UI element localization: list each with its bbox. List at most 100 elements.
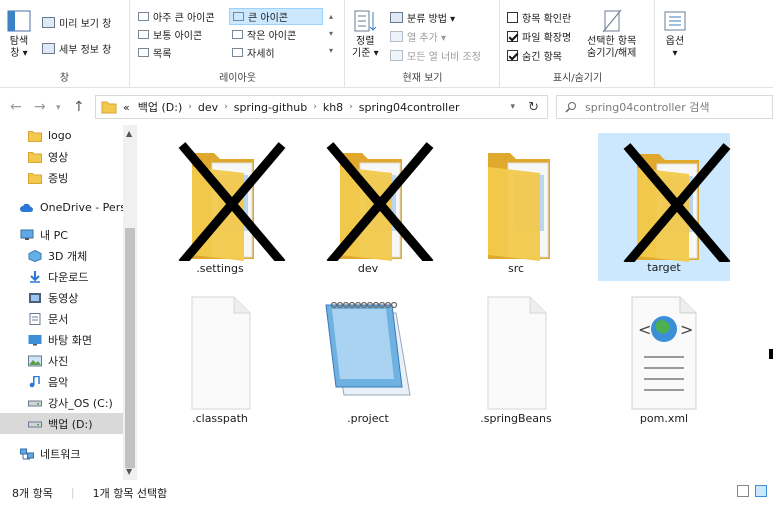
- svg-text:>: >: [680, 320, 693, 339]
- nav-item[interactable]: logo: [0, 125, 124, 146]
- group-by-button[interactable]: 분류 방법 ▾: [390, 9, 455, 25]
- file-item[interactable]: < > pom.xml: [598, 283, 730, 431]
- drive-icon: [28, 418, 48, 430]
- breadcrumb-item[interactable]: spring-github: [234, 101, 308, 114]
- nav-item[interactable]: 증빙: [0, 167, 124, 188]
- breadcrumb-chevron-icon[interactable]: ›: [224, 102, 228, 112]
- hidden-items-toggle[interactable]: 숨긴 항목: [507, 47, 562, 63]
- nav-item[interactable]: 백업 (D:): [0, 413, 124, 434]
- nav-pane-scrollbar[interactable]: ▲ ▼: [123, 125, 137, 480]
- recent-locations-chevron-icon[interactable]: ▾: [56, 103, 61, 113]
- layout-label: 보통 아이콘: [153, 31, 203, 42]
- nav-item[interactable]: 네트워크: [0, 443, 124, 464]
- scroll-up-arrow-icon[interactable]: ▲: [126, 129, 132, 138]
- nav-item[interactable]: 다운로드: [0, 266, 124, 287]
- nav-item[interactable]: 동영상: [0, 287, 124, 308]
- layout-label: 자세히: [247, 49, 275, 60]
- document-icon: [28, 312, 48, 325]
- refresh-icon[interactable]: ↻: [528, 100, 539, 115]
- file-extensions-checkbox[interactable]: [507, 30, 518, 42]
- network-icon: [20, 448, 40, 460]
- layout-details[interactable]: 자세히: [229, 44, 278, 61]
- options-button[interactable]: 옵션 ▾: [662, 8, 688, 60]
- hide-selected-button[interactable]: 선택한 항목 숨기기/해제: [587, 8, 636, 60]
- up-arrow-icon[interactable]: ↑: [73, 99, 85, 115]
- nav-item[interactable]: 사진: [0, 350, 124, 371]
- file-list: .settings dev src target .classpath .project.…: [140, 125, 773, 480]
- hide-selected-label: 선택한 항목 숨기기/해제: [587, 36, 637, 59]
- layout-list[interactable]: 목록: [135, 44, 174, 61]
- nav-item[interactable]: 강사_OS (C:): [0, 392, 124, 413]
- options-label: 옵션 ▾: [665, 36, 685, 59]
- folder-icon: [28, 172, 48, 184]
- file-item[interactable]: .project: [302, 283, 434, 431]
- details-icon: [232, 48, 243, 57]
- breadcrumb-item[interactable]: dev: [198, 101, 218, 114]
- layout-label: 작은 아이콘: [247, 31, 297, 42]
- group-label-show-hide: 표시/숨기기: [552, 73, 603, 84]
- layout-extra-large-icons[interactable]: 아주 큰 아이콘: [135, 8, 218, 25]
- nav-item[interactable]: OneDrive - Person: [0, 197, 124, 218]
- nav-item[interactable]: 음악: [0, 371, 124, 392]
- breadcrumb-item[interactable]: kh8: [323, 101, 343, 114]
- breadcrumb-chevron-icon[interactable]: ›: [188, 102, 192, 112]
- selection-count: 1개 항목 선택함: [92, 486, 168, 500]
- item-checkboxes-toggle[interactable]: 항목 확인란: [507, 9, 571, 25]
- preview-pane-button[interactable]: 미리 보기 창: [42, 14, 111, 30]
- breadcrumb-item[interactable]: spring04controller: [359, 101, 460, 114]
- scroll-down-arrow-icon[interactable]: ▼: [126, 467, 132, 476]
- file-item[interactable]: .classpath: [154, 283, 286, 431]
- file-item[interactable]: .settings: [154, 133, 286, 281]
- large-icons-view-icon[interactable]: [755, 485, 767, 497]
- navigation-pane-button[interactable]: 탐색 창 ▾: [6, 8, 32, 60]
- mouse-cursor: [769, 349, 773, 359]
- details-view-icon[interactable]: [737, 485, 749, 497]
- search-box[interactable]: spring04controller 검색: [556, 95, 773, 119]
- large-icons-icon: [233, 12, 244, 21]
- breadcrumb-chevron-icon[interactable]: ›: [313, 102, 317, 112]
- address-bar[interactable]: « 백업 (D:) › dev › spring-github › kh8 › …: [95, 95, 548, 119]
- nav-item-label: 사진: [48, 354, 69, 368]
- sort-by-button[interactable]: 정렬 기준 ▾: [352, 8, 379, 60]
- back-arrow-icon[interactable]: ←: [10, 99, 22, 115]
- folder-icon: [28, 151, 48, 163]
- file-item[interactable]: target: [598, 133, 731, 281]
- nav-item[interactable]: 3D 개체: [0, 245, 124, 266]
- fit-columns-button[interactable]: 모든 열 너비 조정: [390, 47, 481, 63]
- picture-icon: [28, 355, 48, 367]
- music-icon: [28, 375, 48, 388]
- cube-icon: [28, 249, 48, 262]
- file-extensions-toggle[interactable]: 파일 확장명: [507, 28, 571, 44]
- sort-icon: [354, 10, 377, 32]
- file-item[interactable]: dev: [302, 133, 434, 281]
- group-label-current-view: 현재 보기: [402, 73, 443, 84]
- breadcrumb-chevron-icon[interactable]: ›: [349, 102, 353, 112]
- group-by-label: 분류 방법 ▾: [407, 13, 456, 25]
- ribbon-group-show-hide: 항목 확인란 파일 확장명 숨긴 항목 선택한 항목 숨기기/해제 표시/숨기기: [501, 0, 655, 88]
- layout-medium-icons[interactable]: 보통 아이콘: [135, 26, 205, 43]
- address-dropdown-icon[interactable]: ▾: [510, 102, 515, 112]
- breadcrumb-overflow[interactable]: «: [123, 101, 130, 114]
- layout-scroll-arrows[interactable]: ▴ ▾ ▾: [329, 8, 333, 59]
- breadcrumb-item[interactable]: 백업 (D:): [138, 99, 183, 115]
- file-name: .springBeans: [480, 412, 552, 425]
- file-extensions-label: 파일 확장명: [522, 32, 572, 44]
- preview-pane-icon: [42, 16, 55, 28]
- file-item[interactable]: src: [450, 133, 582, 281]
- details-pane-button[interactable]: 세부 정보 창: [42, 40, 111, 56]
- item-checkboxes-checkbox[interactable]: [507, 11, 518, 23]
- svg-text:<: <: [638, 320, 651, 339]
- nav-item[interactable]: 내 PC: [0, 224, 124, 245]
- layout-small-icons[interactable]: 작은 아이콘: [229, 26, 299, 43]
- layout-label: 큰 아이콘: [248, 13, 288, 24]
- scrollbar-thumb[interactable]: [125, 228, 135, 468]
- nav-item[interactable]: 영상: [0, 146, 124, 167]
- forward-arrow-icon[interactable]: →: [34, 99, 46, 115]
- file-item[interactable]: .springBeans: [450, 283, 582, 431]
- add-column-button[interactable]: 열 추가 ▾: [390, 28, 446, 44]
- nav-item[interactable]: 문서: [0, 308, 124, 329]
- folder-icon: [101, 101, 117, 114]
- hidden-items-checkbox[interactable]: [507, 49, 518, 61]
- nav-item[interactable]: 바탕 화면: [0, 329, 124, 350]
- layout-large-icons[interactable]: 큰 아이콘: [229, 8, 323, 25]
